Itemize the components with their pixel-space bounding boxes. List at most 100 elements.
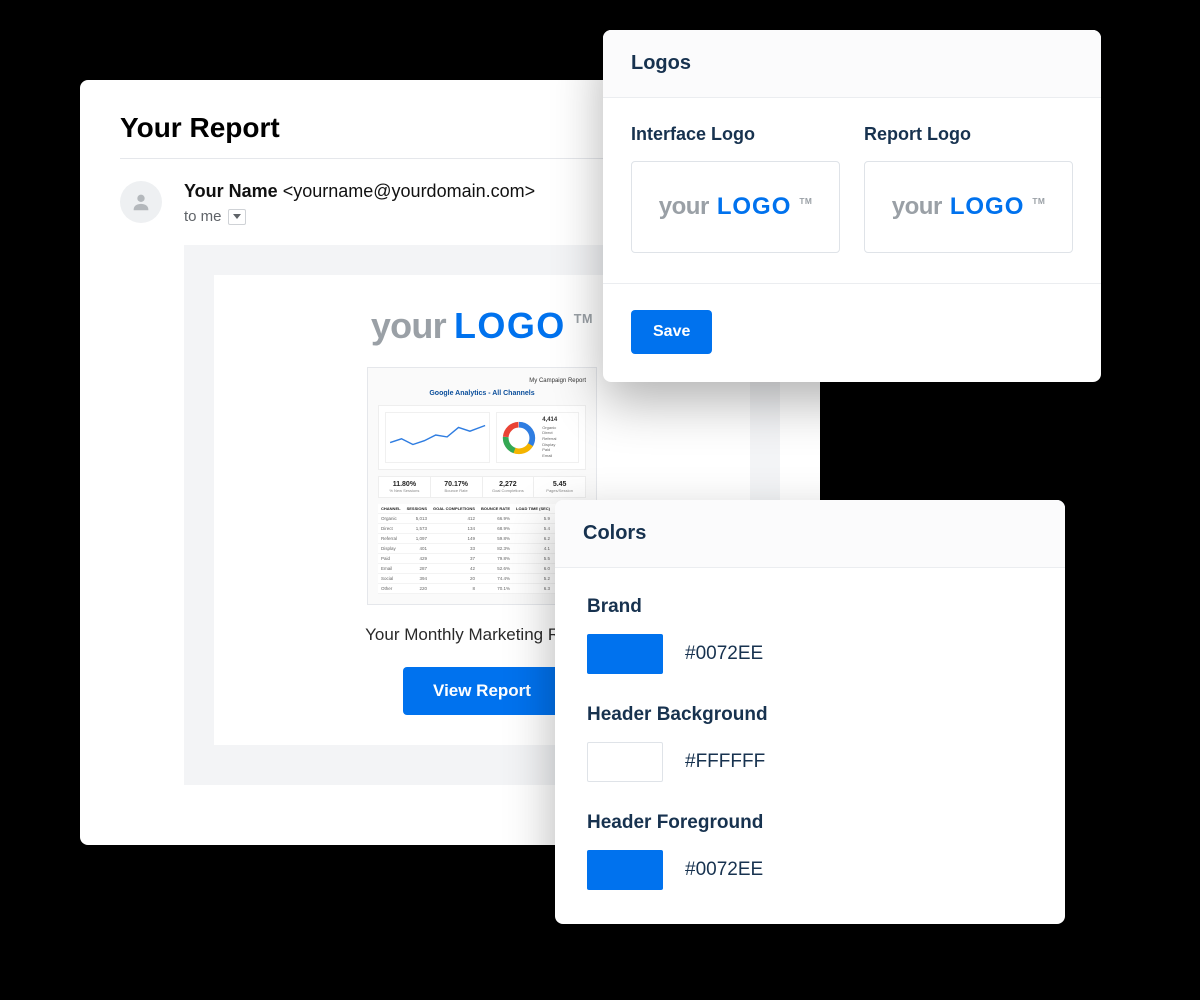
color-swatch-line: #0072EE [587,850,1033,890]
table-cell: 412 [430,514,478,524]
email-from-line: Your Name <yourname@yourdomain.com> [184,181,535,202]
metric-cell: 5.45 Pages/Session [534,477,585,497]
table-cell: 394 [404,574,430,584]
table-cell: 5.5 [513,554,553,564]
table-cell: 33 [430,544,478,554]
metric-value: 11.80% [379,481,430,488]
table-cell: 82.3% [478,544,513,554]
table-cell: 401 [404,544,430,554]
table-cell: 429 [404,554,430,564]
table-cell: 6.0 [513,564,553,574]
color-swatch[interactable] [587,850,663,890]
person-icon [130,191,152,213]
table-cell: 68.9% [478,524,513,534]
logo-word: LOGO [717,193,792,221]
table-cell: 66.9% [478,514,513,524]
report-logo-label: Report Logo [864,124,1073,145]
metric-label: % New Sessions [379,488,430,493]
logo-your: your [371,305,446,347]
table-cell: 5.4 [513,524,553,534]
color-swatch-line: #FFFFFF [587,742,1033,782]
table-cell: 5.9 [513,514,553,524]
email-meta: Your Name <yourname@yourdomain.com> to m… [184,181,535,225]
logos-panel: Logos Interface Logo your LOGO TM Report… [603,30,1101,382]
colors-panel-title: Colors [555,500,1065,568]
color-row: Header Background #FFFFFF [587,704,1033,782]
logo-your: your [659,193,709,221]
color-hex: #0072EE [685,859,763,881]
preview-line-chart [385,412,490,463]
metric-label: Pages/Session [534,488,585,493]
table-header: GOAL COMPLETIONS [430,504,478,514]
view-report-button[interactable]: View Report [403,667,561,715]
color-swatch[interactable] [587,742,663,782]
preview-subtitle: Google Analytics - All Channels [378,390,586,397]
interface-logo-upload[interactable]: your LOGO TM [631,161,840,253]
table-cell: 70.1% [478,584,513,594]
metric-cell: 11.80% % New Sessions [379,477,431,497]
table-cell: 74.4% [478,574,513,584]
color-swatch[interactable] [587,634,663,674]
save-button[interactable]: Save [631,310,712,354]
table-cell: 220 [404,584,430,594]
color-row: Header Foreground #0072EE [587,812,1033,890]
table-cell: Referral [378,534,404,544]
donut-legend: OrganicDirectReferralDisplayPaidEmail [542,425,557,459]
colors-body: Brand#0072EEHeader Background#FFFFFFHead… [555,568,1065,924]
logos-footer: Save [603,283,1101,382]
color-row: Brand #0072EE [587,596,1033,674]
report-logo-upload[interactable]: your LOGO TM [864,161,1073,253]
avatar [120,181,162,223]
interface-logo-col: Interface Logo your LOGO TM [631,124,840,253]
from-name: Your Name [184,181,278,201]
table-cell: 287 [404,564,430,574]
table-cell: 20 [430,574,478,584]
logos-panel-title: Logos [603,30,1101,98]
color-hex: #FFFFFF [685,751,765,773]
table-cell: 149 [430,534,478,544]
show-details-dropdown[interactable] [228,209,246,225]
table-cell: 1,573 [404,524,430,534]
caret-down-icon [233,214,241,219]
table-cell: Social [378,574,404,584]
logos-body: Interface Logo your LOGO TM Report Logo … [603,98,1101,283]
metric-label: Goal Completions [483,488,534,493]
metric-value: 70.17% [431,481,482,488]
color-label: Header Background [587,704,1033,726]
table-cell: 4.1 [513,544,553,554]
color-hex: #0072EE [685,643,763,665]
table-header: LOAD TIME (SEC) [513,504,553,514]
table-cell: 8 [430,584,478,594]
metric-value: 2,272 [483,481,534,488]
interface-logo-label: Interface Logo [631,124,840,145]
table-cell: 52.6% [478,564,513,574]
logo-word: LOGO [454,305,566,347]
to-text: to me [184,208,222,225]
logo-tm: TM [574,312,593,326]
table-cell: 134 [430,524,478,534]
table-header: BOUNCE RATE [478,504,513,514]
table-cell: Paid [378,554,404,564]
donut-center: 4,414 [542,417,557,423]
table-cell: Organic [378,514,404,524]
table-cell: Direct [378,524,404,534]
email-to-line: to me [184,208,535,225]
preview-charts: 4,414 OrganicDirectReferralDisplayPaidEm… [378,405,586,470]
table-cell: 5,013 [404,514,430,524]
table-cell: Other [378,584,404,594]
color-label: Brand [587,596,1033,618]
table-header: CHANNEL [378,504,404,514]
table-cell: 5.2 [513,574,553,584]
colors-panel: Colors Brand #0072EE Header Background #FFF… [555,500,1065,924]
color-label: Header Foreground [587,812,1033,834]
table-cell: 6.2 [513,534,553,544]
metric-cell: 2,272 Goal Completions [483,477,535,497]
table-cell: 37 [430,554,478,564]
logo-tm: TM [1032,196,1045,206]
metric-label: Bounce Rate [431,488,482,493]
color-swatch-line: #0072EE [587,634,1033,674]
preview-title: My Campaign Report [378,378,586,384]
metric-value: 5.45 [534,481,585,488]
table-cell: Display [378,544,404,554]
interface-logo-preview: your LOGO TM [659,193,813,221]
